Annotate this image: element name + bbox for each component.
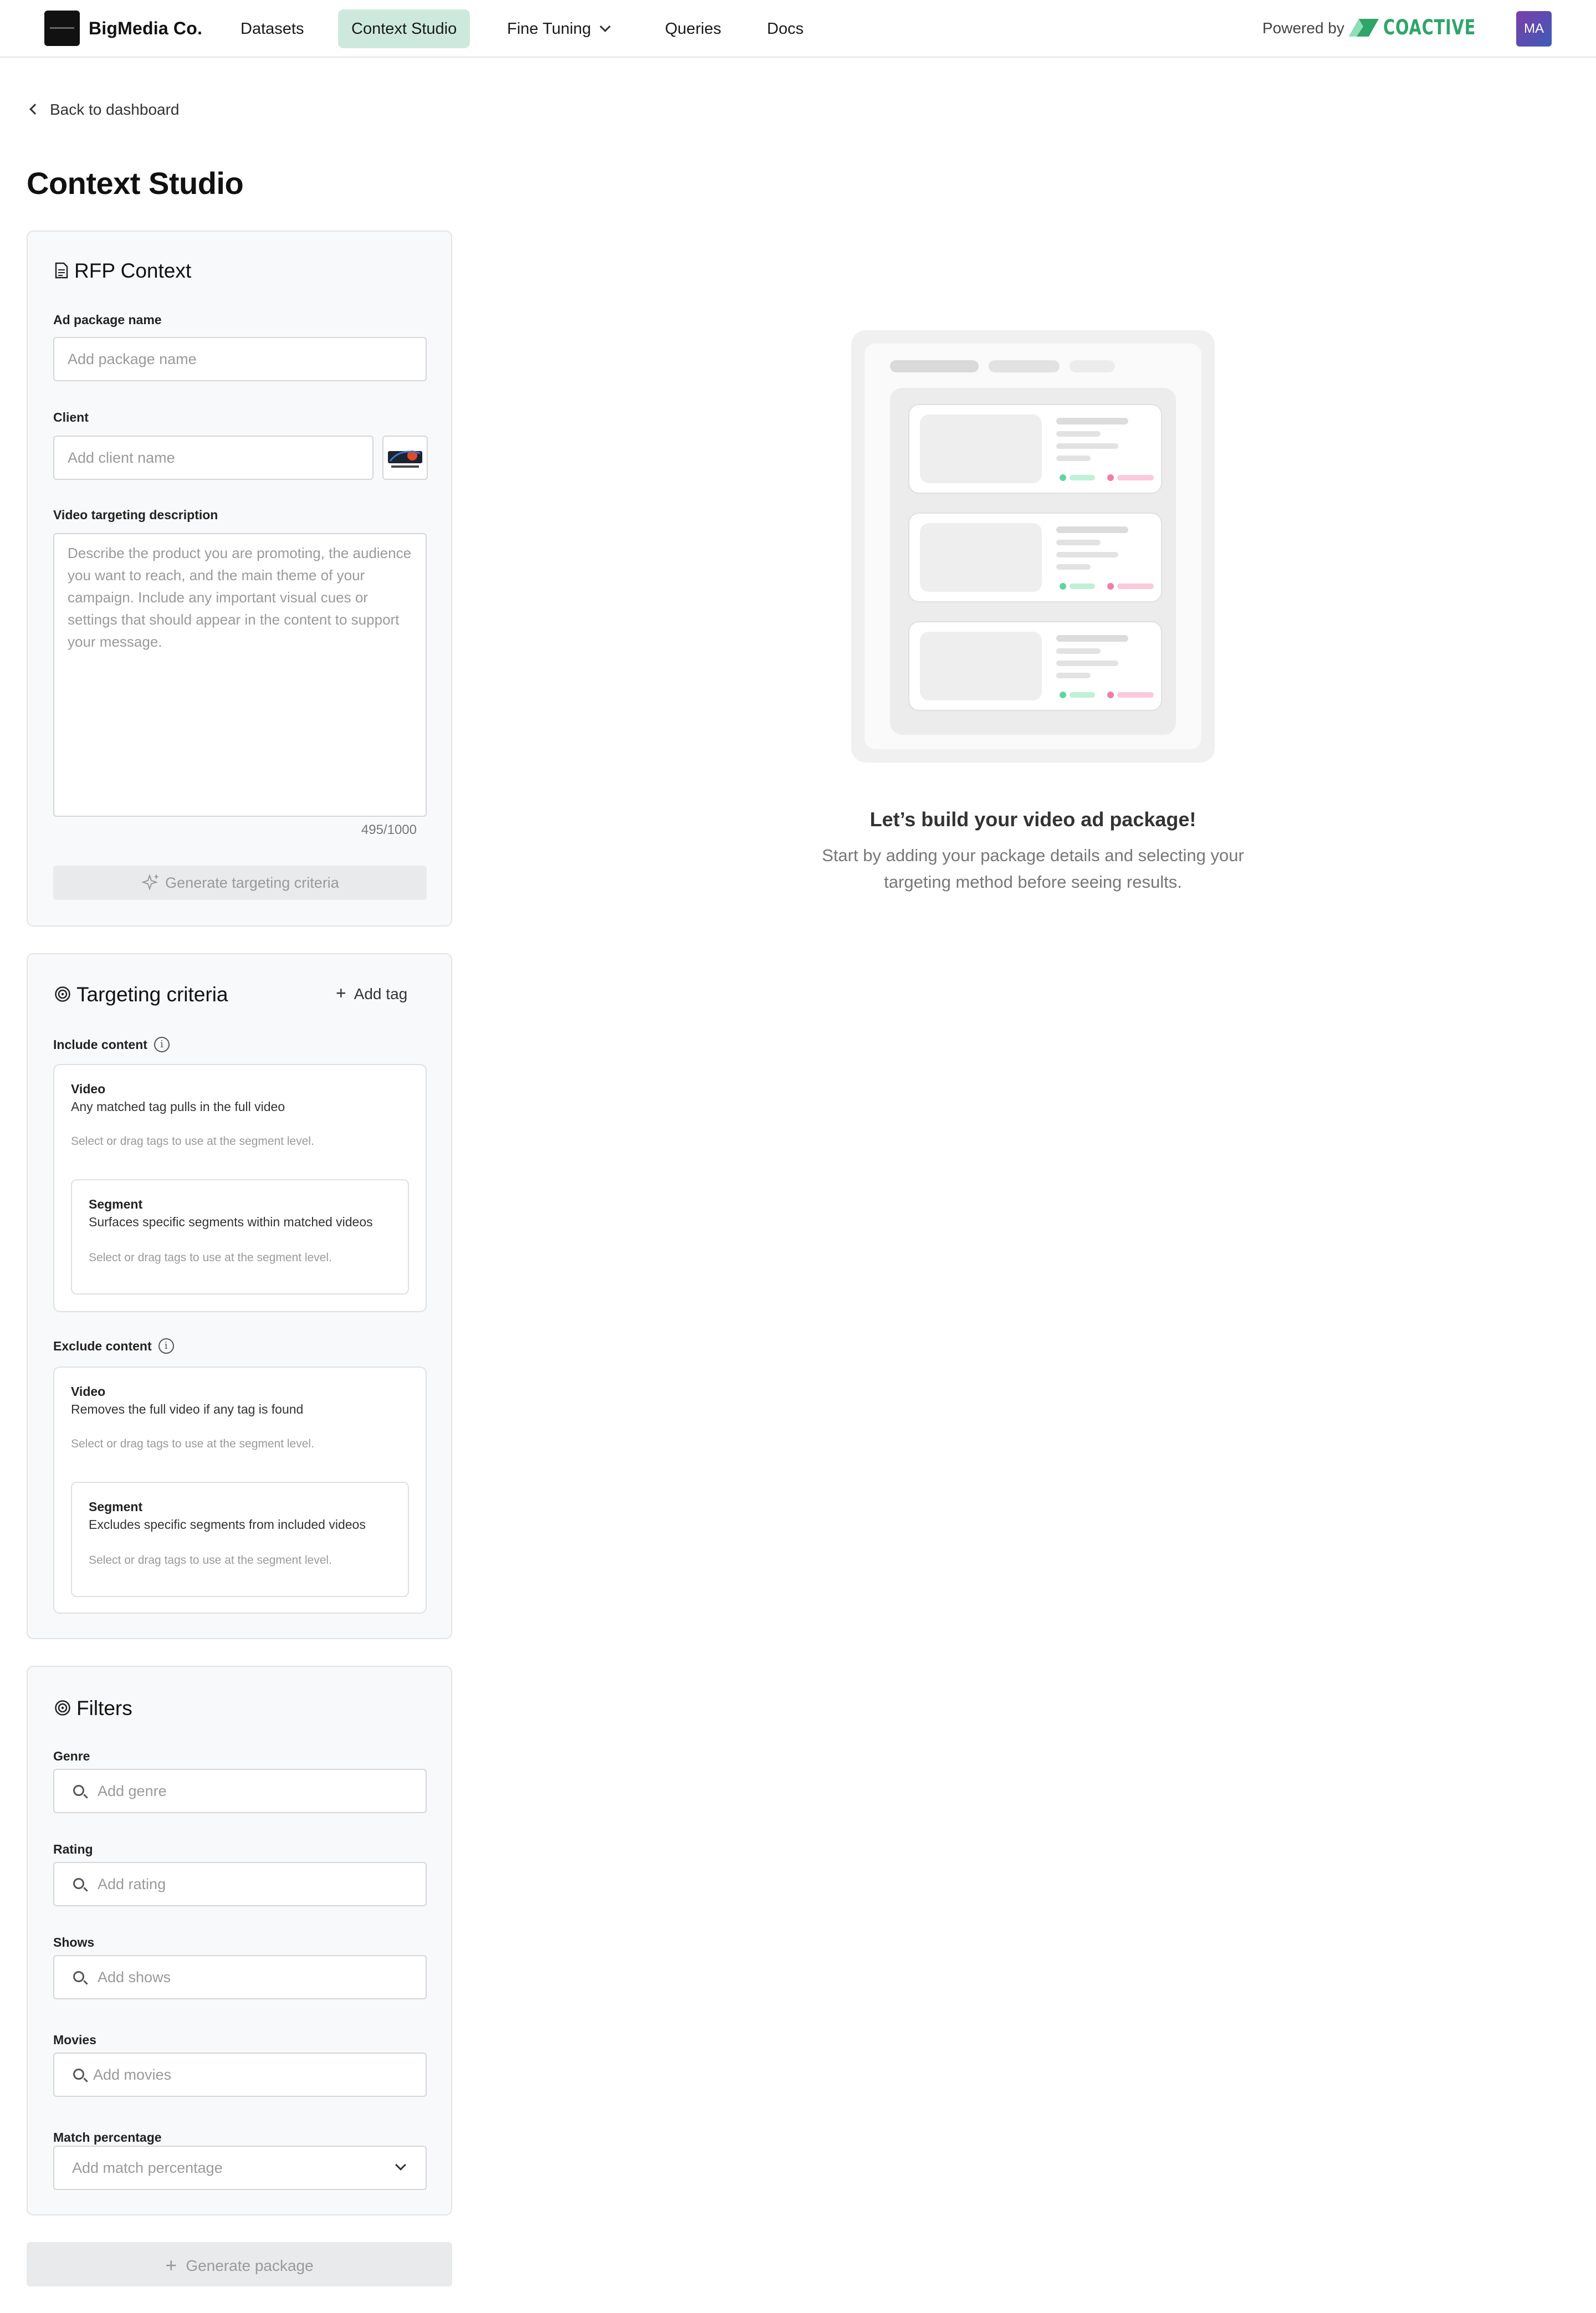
rating-placeholder: Add rating — [98, 1876, 166, 1892]
character-counter: 495/1000 — [361, 822, 417, 837]
filters-title: Filters — [54, 1697, 132, 1720]
generate-targeting-label: Generate targeting criteria — [165, 874, 339, 891]
include-video-hint: Select or drag tags to use at the segmen… — [71, 1135, 314, 1148]
nav-datasets[interactable]: Datasets — [227, 9, 317, 48]
add-tag-button[interactable]: + Add tag — [336, 983, 407, 1004]
exclude-segment-box[interactable]: Segment Excludes specific segments from … — [71, 1482, 409, 1597]
match-percentage-select[interactable]: Add match percentage — [53, 2146, 427, 2190]
targeting-criteria-card: Targeting criteria + Add tag Include cont… — [27, 953, 452, 1639]
brand-logo[interactable] — [44, 11, 80, 46]
genre-search-input[interactable]: Add genre — [53, 1769, 427, 1813]
exclude-video-desc: Removes the full video if any tag is fou… — [71, 1402, 304, 1416]
rfp-context-title: RFP Context — [54, 259, 191, 283]
include-video-desc: Any matched tag pulls in the full video — [71, 1099, 285, 1114]
description-textarea[interactable]: Describe the product you are promoting, … — [53, 533, 427, 817]
target-icon — [55, 1700, 70, 1716]
exclude-video-box[interactable]: Video Removes the full video if any tag … — [53, 1367, 427, 1614]
package-name-label: Ad package name — [53, 313, 162, 327]
exclude-content-text: Exclude content — [53, 1339, 152, 1353]
chevron-down-icon — [395, 2160, 406, 2171]
chevron-down-icon — [599, 21, 611, 32]
client-label: Client — [53, 410, 89, 424]
generate-package-label: Generate package — [186, 2257, 314, 2274]
targeting-criteria-title: Targeting criteria — [54, 983, 228, 1006]
brand-name[interactable]: BigMedia Co. — [89, 18, 202, 39]
movies-search-input[interactable]: Add movies — [53, 2053, 427, 2097]
generate-targeting-criteria-button[interactable]: Generate targeting criteria — [53, 866, 427, 900]
exclude-segment-title: Segment — [89, 1500, 143, 1514]
empty-state-title: Let’s build your video ad package! — [869, 808, 1196, 831]
client-input[interactable]: Add client name — [53, 436, 374, 480]
filters-card: Filters Genre Add genre Rating Add ratin… — [27, 1666, 452, 2215]
exclude-video-title: Video — [71, 1384, 106, 1399]
empty-state-subtitle: Start by adding your package details and… — [822, 846, 1244, 892]
client-logo-icon — [388, 451, 422, 468]
shows-search-input[interactable]: Add shows — [53, 1955, 427, 1999]
page-title: Context Studio — [27, 166, 244, 201]
coactive-wordmark: COACTIVE — [1383, 16, 1476, 39]
shows-label: Shows — [53, 1935, 95, 1949]
match-percentage-label: Match percentage — [53, 2130, 162, 2145]
back-link-label: Back to dashboard — [50, 101, 180, 118]
document-icon — [55, 262, 68, 279]
genre-placeholder: Add genre — [98, 1783, 167, 1799]
search-icon — [73, 2069, 84, 2080]
nav-fine-tuning[interactable]: Fine Tuning — [494, 9, 622, 48]
nav-queries[interactable]: Queries — [652, 9, 735, 48]
empty-state-illustration — [851, 330, 1215, 763]
search-icon — [73, 1785, 84, 1796]
plus-icon: + — [336, 983, 346, 1003]
back-to-dashboard-link[interactable]: Back to dashboard — [29, 101, 180, 119]
movies-placeholder: Add movies — [93, 2066, 172, 2083]
movies-label: Movies — [53, 2033, 96, 2047]
exclude-video-hint: Select or drag tags to use at the segmen… — [71, 1437, 314, 1450]
match-percentage-placeholder: Add match percentage — [72, 2160, 223, 2176]
nav-docs[interactable]: Docs — [754, 9, 817, 48]
plus-icon: + — [165, 2254, 177, 2276]
exclude-segment-desc: Excludes specific segments from included… — [89, 1517, 366, 1532]
include-video-box[interactable]: Video Any matched tag pulls in the full … — [53, 1064, 427, 1312]
target-icon — [55, 986, 70, 1002]
exclude-content-label: Exclude content i — [53, 1338, 174, 1355]
nav-context-studio[interactable]: Context Studio — [338, 9, 470, 48]
include-content-label: Include content i — [53, 1036, 170, 1053]
description-label: Video targeting description — [53, 508, 218, 522]
user-avatar[interactable]: MA — [1516, 11, 1552, 47]
sparkle-icon — [141, 873, 160, 891]
nav-fine-tuning-label: Fine Tuning — [507, 20, 591, 38]
include-segment-desc: Surfaces specific segments within matche… — [89, 1215, 373, 1229]
client-logo-button[interactable] — [382, 436, 428, 480]
search-icon — [73, 1878, 84, 1889]
info-icon[interactable]: i — [158, 1338, 174, 1354]
rating-search-input[interactable]: Add rating — [53, 1862, 427, 1906]
info-icon[interactable]: i — [154, 1036, 170, 1052]
rfp-title-text: RFP Context — [74, 259, 192, 282]
shows-placeholder: Add shows — [98, 1969, 171, 1986]
chevron-left-icon — [29, 104, 40, 115]
genre-label: Genre — [53, 1749, 90, 1763]
include-video-title: Video — [71, 1082, 106, 1096]
generate-package-button[interactable]: + Generate package — [27, 2242, 452, 2286]
include-content-text: Include content — [53, 1037, 147, 1052]
filters-title-text: Filters — [76, 1697, 132, 1720]
exclude-segment-hint: Select or drag tags to use at the segmen… — [89, 1554, 332, 1567]
targeting-title-text: Targeting criteria — [76, 983, 228, 1006]
search-icon — [73, 1971, 84, 1982]
rfp-context-card: RFP Context Ad package name Add package … — [27, 231, 452, 927]
include-segment-box[interactable]: Segment Surfaces specific segments withi… — [71, 1179, 409, 1294]
top-nav: BigMedia Co. Datasets Context Studio Fin… — [0, 0, 1596, 58]
include-segment-title: Segment — [89, 1197, 143, 1211]
add-tag-label: Add tag — [354, 985, 408, 1002]
package-name-input[interactable]: Add package name — [53, 337, 427, 381]
powered-by-text: Powered by — [1262, 19, 1344, 37]
include-segment-hint: Select or drag tags to use at the segmen… — [89, 1251, 332, 1264]
coactive-logo-icon — [1349, 19, 1379, 37]
rating-label: Rating — [53, 1842, 93, 1856]
